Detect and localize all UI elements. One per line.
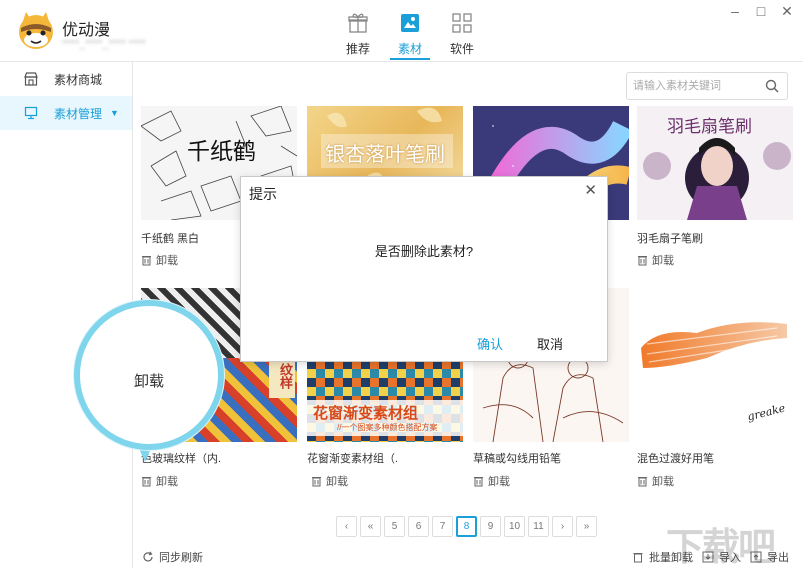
material-card[interactable]: 羽毛扇笔刷 羽毛扇子笔刷 卸载 [637, 106, 795, 267]
trash-icon [633, 553, 643, 563]
dialog-close-icon[interactable]: ✕ [584, 181, 597, 199]
top-navigation: 推荐 素材 软件 [332, 10, 488, 60]
trash-icon [142, 256, 151, 266]
search-icon[interactable] [765, 79, 779, 93]
material-name: 花窗渐变素材组（. [307, 453, 399, 465]
thumbnail-subtitle: //一个图案多种颜色搭配方案 [337, 423, 438, 432]
uninstall-label: 卸载 [652, 255, 674, 267]
uninstall-button[interactable]: 卸载 [141, 252, 178, 268]
grid-icon [452, 13, 472, 33]
material-thumbnail: greake [637, 288, 793, 442]
tab-recommend[interactable]: 推荐 [332, 10, 384, 60]
refresh-icon [143, 551, 153, 562]
thumbnail-title: 花窗渐变素材组 [313, 405, 419, 422]
last-page-button[interactable]: » [576, 516, 597, 537]
tab-software-label: 软件 [449, 42, 474, 56]
sync-refresh-button[interactable]: 同步刷新 [142, 549, 203, 565]
sidebar-item-label: 素材管理 [54, 106, 103, 121]
first-page-button[interactable]: « [360, 516, 381, 537]
thumbnail-title: 银杏落叶笔刷 [325, 144, 445, 166]
material-card[interactable]: greake 混色过渡好用笔 卸载 [637, 288, 795, 488]
search-input[interactable] [627, 73, 757, 99]
page-button[interactable]: 5 [384, 516, 405, 537]
trash-icon [638, 256, 647, 266]
dialog-message: 是否删除此素材? [374, 244, 474, 259]
page-button[interactable]: 10 [504, 516, 525, 537]
user-account-info: ****_****_**** **** [62, 38, 146, 50]
tab-material-label: 素材 [397, 42, 422, 56]
uninstall-label: 卸载 [488, 476, 510, 488]
uninstall-button[interactable]: 卸载 [473, 473, 510, 489]
color-blend-brush-illustration [641, 322, 787, 368]
sync-refresh-label: 同步刷新 [159, 552, 203, 564]
tab-recommend-label: 推荐 [345, 42, 370, 56]
page-button[interactable]: 11 [528, 516, 549, 537]
title-bar: 优动漫 ****_****_**** **** 推荐 素材 软件 – □ ✕ [0, 0, 803, 62]
tab-software[interactable]: 软件 [436, 10, 488, 60]
page-button[interactable]: 9 [480, 516, 501, 537]
store-icon [24, 72, 38, 86]
gift-icon [348, 13, 368, 33]
confirm-dialog: 提示 ✕ 是否删除此素材? 确认 取消 [240, 176, 608, 362]
sidebar-item-manage[interactable]: 素材管理 ▼ [0, 96, 132, 130]
window-controls: – □ ✕ [729, 4, 793, 18]
uninstall-button[interactable]: 卸载 [637, 473, 674, 489]
next-page-button[interactable]: › [552, 516, 573, 537]
thumbnail-title: 千纸鹤 [187, 139, 256, 165]
chevron-down-icon: ▼ [110, 108, 119, 118]
trash-icon [312, 477, 321, 487]
confirm-button[interactable]: 确认 [477, 334, 503, 353]
trash-icon [638, 477, 647, 487]
material-name: 羽毛扇子笔刷 [637, 233, 703, 245]
page-button[interactable]: 6 [408, 516, 429, 537]
search-box [626, 72, 788, 100]
thumbnail-title: 羽毛扇笔刷 [667, 117, 752, 137]
maximize-button[interactable]: □ [755, 4, 767, 18]
uninstall-button[interactable]: 卸载 [141, 473, 178, 489]
uninstall-label: 卸载 [156, 476, 178, 488]
dialog-title: 提示 [249, 186, 277, 202]
trash-icon [142, 477, 151, 487]
material-name: 草稿或勾线用铅笔 [473, 453, 561, 465]
trash-icon [474, 477, 483, 487]
page-button[interactable]: 7 [432, 516, 453, 537]
tab-material[interactable]: 素材 [384, 10, 436, 60]
material-name: 混色过渡好用笔 [637, 453, 714, 465]
sidebar-item-label: 素材商城 [54, 72, 103, 87]
uninstall-label: 卸载 [156, 255, 178, 267]
pagination: ‹ « 5 6 7 8 9 10 11 › » [336, 516, 597, 537]
uninstall-label: 卸载 [326, 476, 348, 488]
uninstall-button[interactable]: 卸载 [637, 252, 674, 268]
app-logo-icon [19, 12, 53, 49]
material-thumbnail: 羽毛扇笔刷 [637, 106, 793, 220]
prev-page-button[interactable]: ‹ [336, 516, 357, 537]
uninstall-button[interactable]: 卸载 [311, 473, 348, 489]
minimize-button[interactable]: – [729, 4, 741, 18]
material-name: 千纸鹤 黑白 [141, 233, 200, 245]
monitor-icon [24, 106, 38, 120]
app-name: 优动漫 [62, 22, 111, 39]
current-page-button[interactable]: 8 [456, 516, 477, 537]
watermark: 下载吧 [666, 527, 776, 568]
material-icon [401, 14, 419, 32]
callout-text: 卸载 [133, 373, 164, 390]
uninstall-label: 卸载 [652, 476, 674, 488]
cancel-button[interactable]: 取消 [537, 334, 563, 353]
sidebar-item-store[interactable]: 素材商城 [0, 62, 132, 96]
callout-bubble: 卸载 [74, 300, 224, 450]
close-button[interactable]: ✕ [781, 4, 793, 18]
